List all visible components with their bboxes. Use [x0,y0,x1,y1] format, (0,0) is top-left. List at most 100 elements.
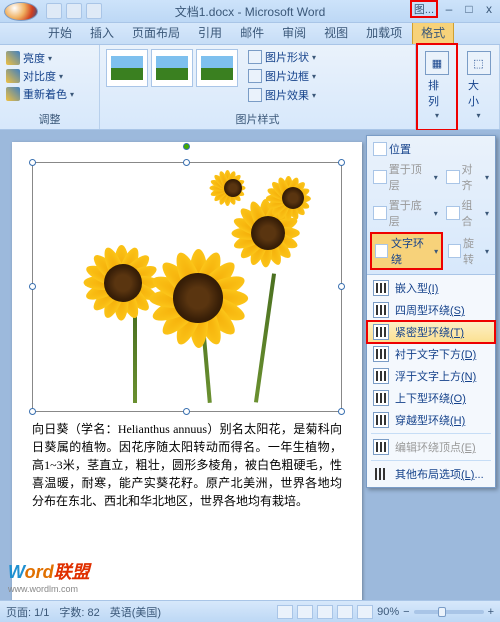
wrap-inline-icon [373,280,389,296]
group-picture-styles: 图片形状▾ 图片边框▾ 图片效果▾ 图片样式 [100,45,416,129]
resize-handle[interactable] [29,159,36,166]
qat-save-icon[interactable] [46,3,62,19]
tab-mailings[interactable]: 邮件 [232,21,272,44]
zoom-out[interactable]: − [403,606,409,618]
picture-effects-button[interactable]: 图片效果▾ [248,87,316,103]
position-icon [373,142,387,156]
bring-front-icon [373,170,387,184]
status-bar: 页面: 1/1 字数: 82 英语(美国) 90% − + [0,600,500,622]
status-page[interactable]: 页面: 1/1 [6,604,49,620]
tab-references[interactable]: 引用 [190,21,230,44]
resize-handle[interactable] [338,159,345,166]
wrap-inline[interactable]: 嵌入型(I) [367,277,495,299]
style-thumb-2[interactable] [151,49,193,87]
minimize-button[interactable]: – [440,2,458,16]
wrap-front[interactable]: 浮于文字上方(N) [367,365,495,387]
tab-review[interactable]: 审阅 [274,21,314,44]
arrange-dropdown: 位置 置于顶层▾ 对齐▾ 置于底层▾ 组合▾ 文字环绕▾ 旋转▾ 嵌入型(I) … [366,135,496,488]
status-language[interactable]: 英语(美国) [110,604,161,620]
watermark: Word联盟 www.wordlm.com [8,558,90,594]
wrap-front-icon [373,368,389,384]
view-draft[interactable] [357,605,373,619]
tab-addins[interactable]: 加载项 [358,21,410,44]
zoom-level[interactable]: 90% [377,606,399,618]
resize-handle[interactable] [338,408,345,415]
wrap-through[interactable]: 穿越型环绕(H) [367,409,495,431]
wrap-topbottom-icon [373,390,389,406]
document-text[interactable]: 向日葵（学名：Helianthus annuus）别名太阳花，是菊科向日葵属的植… [32,420,342,510]
tab-view[interactable]: 视图 [316,21,356,44]
rotate-icon [448,244,461,258]
wrap-topbottom[interactable]: 上下型环绕(O) [367,387,495,409]
style-thumb-1[interactable] [106,49,148,87]
view-outline[interactable] [337,605,353,619]
resize-handle[interactable] [338,283,345,290]
more-layout-options[interactable]: 其他布局选项(L)... [367,463,495,485]
group-adjust: 亮度▾ 对比度▾ 重新着色▾ 调整 [0,45,100,129]
arrange-icon: ▦ [425,51,449,75]
align-button: 对齐▾ [443,160,492,194]
position-button[interactable]: 位置 [370,140,414,158]
tab-home[interactable]: 开始 [40,21,80,44]
maximize-button[interactable]: □ [460,2,478,16]
group-button: 组合▾ [443,196,492,230]
arrange-button[interactable]: ▦ 排列▾ [424,49,450,122]
wrap-tight-icon [373,324,389,340]
recolor-button[interactable]: 重新着色▾ [6,85,93,103]
wrap-behind-icon [373,346,389,362]
bring-front-button: 置于顶层▾ [370,160,441,194]
close-button[interactable]: x [480,2,498,16]
office-button[interactable] [4,2,38,21]
resize-handle[interactable] [183,408,190,415]
dropdown-toolbar: 位置 置于顶层▾ 对齐▾ 置于底层▾ 组合▾ 文字环绕▾ 旋转▾ [367,136,495,275]
wrap-behind[interactable]: 衬于文字下方(D) [367,343,495,365]
selected-image[interactable] [32,162,342,412]
zoom-in[interactable]: + [488,606,494,618]
edit-points-icon [373,439,389,455]
window-title: 文档1.docx - Microsoft Word [175,3,325,20]
rotate-handle[interactable] [183,143,190,150]
edit-wrap-points[interactable]: 编辑环绕顶点(E) [367,436,495,458]
window-controls: 图... – □ x [410,0,498,18]
zoom-slider[interactable] [414,610,484,614]
align-icon [446,170,460,184]
resize-handle[interactable] [183,159,190,166]
group-icon [446,206,460,220]
contrast-button[interactable]: 对比度▾ [6,67,93,85]
picture-shape-button[interactable]: 图片形状▾ [248,49,316,65]
qat-redo-icon[interactable] [86,3,102,19]
text-wrap-icon [375,244,388,258]
zoom-thumb[interactable] [438,607,446,617]
group-arrange: ▦ 排列▾ [416,43,458,131]
view-web[interactable] [317,605,333,619]
ribbon-tabs: 开始 插入 页面布局 引用 邮件 审阅 视图 加载项 格式 [0,23,500,45]
style-thumb-3[interactable] [196,49,238,87]
size-icon: ⬚ [467,51,491,75]
view-print-layout[interactable] [277,605,293,619]
status-words[interactable]: 字数: 82 [59,604,99,620]
resize-handle[interactable] [29,408,36,415]
tab-insert[interactable]: 插入 [82,21,122,44]
quick-access-toolbar [46,3,102,19]
brightness-icon [6,51,20,65]
border-icon [248,69,262,83]
group-adjust-label: 调整 [6,109,93,127]
qat-undo-icon[interactable] [66,3,82,19]
resize-handle[interactable] [29,283,36,290]
wrap-square[interactable]: 四周型环绕(S) [367,299,495,321]
tab-format[interactable]: 格式 [412,20,454,44]
send-back-button: 置于底层▾ [370,196,441,230]
brightness-button[interactable]: 亮度▾ [6,49,93,67]
size-button[interactable]: ⬚ 大小▾ [464,49,493,122]
wrap-tight[interactable]: 紧密型环绕(T) [367,321,495,343]
picture-border-button[interactable]: 图片边框▾ [248,68,316,84]
group-size: ⬚ 大小▾ [458,45,500,129]
more-layout-icon [373,466,389,482]
wrap-menu: 嵌入型(I) 四周型环绕(S) 紧密型环绕(T) 衬于文字下方(D) 浮于文字上… [367,275,495,487]
tab-layout[interactable]: 页面布局 [124,21,188,44]
context-tab-label[interactable]: 图... [410,0,438,18]
text-wrap-button[interactable]: 文字环绕▾ [370,232,443,270]
send-back-icon [373,206,387,220]
page[interactable]: 向日葵（学名：Helianthus annuus）别名太阳花，是菊科向日葵属的植… [12,142,362,600]
view-fullscreen[interactable] [297,605,313,619]
